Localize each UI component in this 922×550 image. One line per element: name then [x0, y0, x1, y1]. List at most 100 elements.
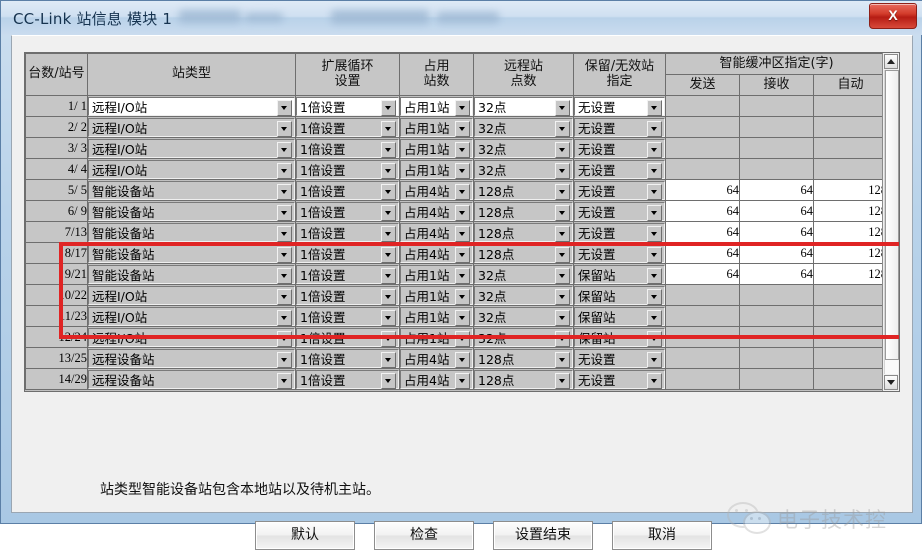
chevron-down-icon[interactable] — [455, 226, 470, 242]
row-occupied-stations-combo[interactable]: 占用4站 — [400, 370, 473, 389]
row-expanded-cyclic-combo[interactable]: 1倍设置 — [296, 97, 399, 116]
row-expanded-cyclic-combo[interactable]: 1倍设置 — [296, 307, 399, 326]
row-remote-points-combo[interactable]: 32点 — [474, 307, 573, 326]
row-station-type-combo[interactable]: 远程I/O站 — [88, 328, 295, 347]
row-buffer-auto[interactable]: 128 — [814, 243, 888, 264]
chevron-down-icon[interactable] — [277, 100, 292, 116]
row-buffer-send[interactable] — [666, 369, 740, 390]
chevron-down-icon[interactable] — [647, 205, 662, 221]
row-occupied-stations-combo[interactable]: 占用1站 — [400, 160, 473, 179]
table-row[interactable]: 14/29远程设备站1倍设置占用4站128点无设置 — [26, 369, 888, 390]
table-row[interactable]: 13/25远程设备站1倍设置占用4站128点无设置 — [26, 348, 888, 369]
row-buffer-auto[interactable] — [814, 285, 888, 306]
row-buffer-send[interactable]: 64 — [666, 201, 740, 222]
row-remote-points-combo[interactable]: 32点 — [474, 97, 573, 116]
chevron-down-icon[interactable] — [647, 121, 662, 137]
row-station-type-combo[interactable]: 远程设备站 — [88, 349, 295, 368]
row-reserve-invalid-combo[interactable]: 无设置 — [574, 244, 665, 263]
cancel-button[interactable]: 取消 — [612, 521, 712, 550]
row-remote-points-combo[interactable]: 32点 — [474, 265, 573, 284]
row-remote-points-combo[interactable]: 128点 — [474, 244, 573, 263]
row-buffer-send[interactable]: 64 — [666, 264, 740, 285]
row-reserve-invalid-combo[interactable]: 无设置 — [574, 160, 665, 179]
scrollbar-thumb[interactable] — [885, 70, 899, 360]
chevron-down-icon[interactable] — [455, 205, 470, 221]
row-reserve-invalid-combo[interactable]: 保留站 — [574, 307, 665, 326]
row-station-type-combo[interactable]: 智能设备站 — [88, 265, 295, 284]
row-expanded-cyclic-combo[interactable]: 1倍设置 — [296, 265, 399, 284]
row-buffer-receive[interactable] — [740, 369, 814, 390]
row-reserve-invalid-combo[interactable]: 保留站 — [574, 265, 665, 284]
row-buffer-receive[interactable]: 64 — [740, 243, 814, 264]
row-remote-points-combo[interactable]: 128点 — [474, 370, 573, 389]
default-button[interactable]: 默认 — [255, 521, 355, 550]
row-buffer-send[interactable] — [666, 348, 740, 369]
row-expanded-cyclic-combo[interactable]: 1倍设置 — [296, 223, 399, 242]
chevron-down-icon[interactable] — [555, 100, 570, 116]
row-occupied-stations-combo[interactable]: 占用1站 — [400, 118, 473, 137]
row-buffer-send[interactable] — [666, 327, 740, 348]
row-expanded-cyclic-combo[interactable]: 1倍设置 — [296, 244, 399, 263]
chevron-down-icon[interactable] — [277, 352, 292, 368]
row-reserve-invalid-combo[interactable]: 保留站 — [574, 328, 665, 347]
row-buffer-send[interactable] — [666, 117, 740, 138]
row-expanded-cyclic-combo[interactable]: 1倍设置 — [296, 160, 399, 179]
check-button[interactable]: 检查 — [374, 521, 474, 550]
row-reserve-invalid-combo[interactable]: 无设置 — [574, 118, 665, 137]
row-occupied-stations-combo[interactable]: 占用1站 — [400, 139, 473, 158]
chevron-down-icon[interactable] — [381, 184, 396, 200]
table-row[interactable]: 11/23远程I/O站1倍设置占用1站32点保留站 — [26, 306, 888, 327]
row-occupied-stations-combo[interactable]: 占用4站 — [400, 244, 473, 263]
row-buffer-auto[interactable] — [814, 348, 888, 369]
row-buffer-auto[interactable]: 128 — [814, 201, 888, 222]
chevron-down-icon[interactable] — [381, 226, 396, 242]
chevron-down-icon[interactable] — [647, 226, 662, 242]
chevron-down-icon[interactable] — [277, 142, 292, 158]
row-reserve-invalid-combo[interactable]: 保留站 — [574, 286, 665, 305]
chevron-down-icon[interactable] — [647, 184, 662, 200]
chevron-down-icon[interactable] — [277, 331, 292, 347]
row-remote-points-combo[interactable]: 32点 — [474, 118, 573, 137]
chevron-down-icon[interactable] — [647, 331, 662, 347]
chevron-down-icon[interactable] — [555, 184, 570, 200]
row-station-type-combo[interactable]: 远程I/O站 — [88, 307, 295, 326]
row-buffer-receive[interactable] — [740, 285, 814, 306]
chevron-down-icon[interactable] — [381, 352, 396, 368]
row-station-type-combo[interactable]: 远程设备站 — [88, 370, 295, 389]
row-reserve-invalid-combo[interactable]: 无设置 — [574, 370, 665, 389]
row-station-type-combo[interactable]: 远程I/O站 — [88, 97, 295, 116]
row-buffer-receive[interactable]: 64 — [740, 201, 814, 222]
row-occupied-stations-combo[interactable]: 占用4站 — [400, 223, 473, 242]
scroll-down-arrow-icon[interactable] — [884, 375, 898, 390]
chevron-down-icon[interactable] — [381, 331, 396, 347]
table-row[interactable]: 6/ 9智能设备站1倍设置占用4站128点无设置6464128 — [26, 201, 888, 222]
grid-vertical-scrollbar[interactable] — [882, 53, 899, 391]
row-buffer-auto[interactable]: 128 — [814, 264, 888, 285]
row-expanded-cyclic-combo[interactable]: 1倍设置 — [296, 202, 399, 221]
row-occupied-stations-combo[interactable]: 占用4站 — [400, 349, 473, 368]
row-reserve-invalid-combo[interactable]: 无设置 — [574, 349, 665, 368]
chevron-down-icon[interactable] — [555, 163, 570, 179]
row-buffer-receive[interactable] — [740, 159, 814, 180]
row-buffer-send[interactable] — [666, 306, 740, 327]
row-buffer-auto[interactable] — [814, 117, 888, 138]
chevron-down-icon[interactable] — [277, 247, 292, 263]
row-remote-points-combo[interactable]: 128点 — [474, 202, 573, 221]
row-occupied-stations-combo[interactable]: 占用1站 — [400, 265, 473, 284]
row-reserve-invalid-combo[interactable]: 无设置 — [574, 202, 665, 221]
table-row[interactable]: 8/17智能设备站1倍设置占用4站128点无设置6464128 — [26, 243, 888, 264]
row-reserve-invalid-combo[interactable]: 无设置 — [574, 181, 665, 200]
table-row[interactable]: 12/24远程I/O站1倍设置占用1站32点保留站 — [26, 327, 888, 348]
chevron-down-icon[interactable] — [277, 163, 292, 179]
chevron-down-icon[interactable] — [647, 163, 662, 179]
chevron-down-icon[interactable] — [381, 310, 396, 326]
row-buffer-auto[interactable] — [814, 96, 888, 117]
chevron-down-icon[interactable] — [381, 205, 396, 221]
row-buffer-send[interactable]: 64 — [666, 180, 740, 201]
row-expanded-cyclic-combo[interactable]: 1倍设置 — [296, 139, 399, 158]
chevron-down-icon[interactable] — [381, 289, 396, 305]
row-station-type-combo[interactable]: 智能设备站 — [88, 181, 295, 200]
row-occupied-stations-combo[interactable]: 占用1站 — [400, 286, 473, 305]
chevron-down-icon[interactable] — [455, 121, 470, 137]
row-buffer-receive[interactable] — [740, 306, 814, 327]
